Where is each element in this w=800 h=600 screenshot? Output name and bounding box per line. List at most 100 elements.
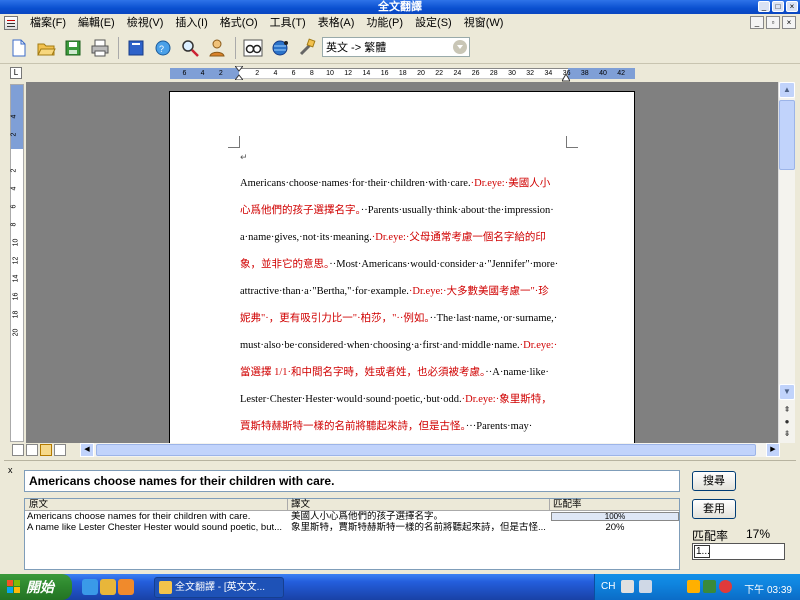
row-translation: 美國人小心爲他們的孩子選擇名字。 (291, 511, 444, 522)
header-translation[interactable]: 譯文 (291, 499, 310, 511)
match-rate-value: 17% (746, 527, 771, 541)
menu-tools[interactable]: 工具(T) (264, 14, 312, 32)
close-button[interactable]: × (786, 1, 798, 12)
media-player-icon[interactable] (100, 579, 116, 595)
document-line[interactable]: 當選擇 1/1·和中間名字時，姓或者姓，也必須被考慮。··A·name·like… (240, 359, 568, 386)
vruler-tick-label: 14 (12, 274, 20, 283)
globe-icon[interactable] (267, 35, 293, 61)
ruler-tick-label: 4 (273, 70, 278, 77)
document-line[interactable]: 心爲他們的孩子選擇名字。··Parents·usually·think·abou… (240, 197, 568, 224)
open-folder-icon[interactable] (33, 35, 59, 61)
document-line[interactable]: attractive·than·a·"Bertha,"·for·example.… (240, 278, 568, 305)
quick-launch-app-icon[interactable] (118, 579, 134, 595)
document-line[interactable]: Lester·Chester·Hester·would·sound·poetic… (240, 386, 568, 413)
document-line[interactable]: Americans·choose·names·for·their·childre… (240, 170, 568, 197)
menu-file[interactable]: 檔案(F) (24, 14, 72, 32)
app-menu-icon[interactable] (4, 16, 18, 30)
ime-icon[interactable] (621, 580, 634, 593)
header-match[interactable]: 匹配率 (553, 499, 582, 511)
ruler-tick-label: 26 (471, 70, 480, 77)
doc-restore-button[interactable]: ▫ (766, 16, 780, 29)
match-value: 100% (604, 512, 626, 521)
menu-view[interactable]: 檢視(V) (121, 14, 170, 32)
language-indicator[interactable]: CH (601, 581, 615, 592)
document-line[interactable]: 妮弗"·，更有吸引力比一"·柏莎，"··例如。··The·last·name,·… (240, 305, 568, 332)
table-row[interactable]: Americans choose names for their childre… (25, 511, 679, 522)
network-icon[interactable] (703, 580, 716, 593)
select-browse-object-icon[interactable]: ● (781, 416, 793, 428)
document-line[interactable]: 象，並非它的意思。··Most·Americans·would·consider… (240, 251, 568, 278)
normal-view-icon[interactable] (12, 444, 24, 456)
source-sentence-field[interactable]: Americans choose names for their childre… (24, 470, 680, 492)
outline-view-icon[interactable] (54, 444, 66, 456)
print-icon[interactable] (87, 35, 113, 61)
menu-table[interactable]: 表格(A) (312, 14, 361, 32)
apply-button[interactable]: 套用 (692, 499, 736, 519)
windows-logo-icon (7, 580, 20, 593)
panel-close-icon[interactable]: x (8, 465, 13, 475)
maximize-button[interactable]: □ (772, 1, 784, 12)
scroll-right-icon[interactable]: ▶ (766, 443, 780, 457)
menu-insert[interactable]: 插入(I) (169, 14, 213, 32)
match-rate-spinner[interactable]: 1... (694, 545, 710, 558)
document-page[interactable]: ↵ Americans·choose·names·for·their·child… (169, 91, 635, 443)
horizontal-ruler[interactable]: L 6 4 2 2 4 6 8 10 12 14 16 18 20 22 24 26 28 30 32 34 36 38 4… (0, 65, 800, 82)
document-line[interactable]: must·also·be·considered·when·choosing·a·… (240, 332, 568, 359)
next-page-icon[interactable]: ⇟ (781, 428, 793, 440)
ruler-tick-label: 20 (417, 70, 425, 77)
indent-marker-icon[interactable] (235, 66, 243, 80)
menu-format[interactable]: 格式(O) (214, 14, 264, 32)
tray-app-icon[interactable] (687, 580, 700, 593)
table-row[interactable]: A name like Lester Chester Hester would … (25, 522, 679, 533)
horizontal-scroll-thumb[interactable] (96, 444, 756, 456)
document-text[interactable]: Americans·choose·names·for·their·childre… (240, 170, 568, 443)
minimize-button[interactable]: _ (758, 1, 770, 12)
person-icon[interactable] (204, 35, 230, 61)
document-line[interactable]: 賈斯特赫斯特一樣的名前將聽起來詩，但是古怪。···Parents·may· (240, 413, 568, 440)
search-button[interactable]: 搜尋 (692, 471, 736, 491)
dictionary-tray-icon[interactable] (719, 580, 732, 593)
pen-icon[interactable] (639, 580, 652, 593)
start-button[interactable]: 開始 (0, 574, 72, 600)
doc-minimize-button[interactable]: _ (750, 16, 764, 29)
vertical-scrollbar[interactable]: ▲ ▼ ⇞ ● ⇟ (778, 82, 795, 443)
chevron-down-icon[interactable] (453, 40, 467, 54)
language-select[interactable]: 英文 -> 繁體 (322, 37, 470, 57)
document-area[interactable]: ↵ Americans·choose·names·for·their·child… (26, 82, 778, 443)
translation-segment: 象，並非它的意思。 (240, 259, 330, 270)
new-document-icon[interactable] (6, 35, 32, 61)
web-view-icon[interactable] (26, 444, 38, 456)
menu-settings[interactable]: 設定(S) (409, 14, 458, 32)
paragraph-mark: ↵ (240, 152, 248, 162)
menu-function[interactable]: 功能(P) (360, 14, 409, 32)
tab-stop-selector[interactable]: L (10, 67, 22, 79)
header-source[interactable]: 原文 (29, 499, 48, 511)
source-segment: ··The·last·name,·or·surname,· (429, 313, 558, 324)
scroll-up-icon[interactable]: ▲ (779, 82, 795, 98)
previous-page-icon[interactable]: ⇞ (781, 404, 793, 416)
save-icon[interactable] (60, 35, 86, 61)
vertical-ruler[interactable]: 4 2 2 4 6 8 10 12 14 16 18 20 (10, 84, 24, 442)
print-layout-view-icon[interactable] (40, 444, 52, 456)
internet-explorer-icon[interactable] (82, 579, 98, 595)
scroll-left-icon[interactable]: ◀ (80, 443, 94, 457)
menu-window[interactable]: 視窗(W) (458, 14, 510, 32)
match-rate-field[interactable]: 1... (692, 543, 785, 560)
translation-segment: 妮弗"·，更有吸引力比一"·柏莎，"··例如。 (240, 313, 430, 324)
scroll-down-icon[interactable]: ▼ (779, 384, 795, 400)
translation-memory-table[interactable]: 原文 譯文 匹配率 Americans choose names for the… (24, 498, 680, 570)
magnifier-icon[interactable] (177, 35, 203, 61)
menu-edit[interactable]: 編輯(E) (72, 14, 121, 32)
document-line[interactable]: a·name·gives,·not·its·meaning.·Dr.eye:·父… (240, 224, 568, 251)
book-icon[interactable] (123, 35, 149, 61)
taskbar-item-translator[interactable]: 全文翻譯 - [英文文... (154, 577, 284, 598)
ruler-tick-label: 34 (544, 70, 553, 77)
dictionary-icon[interactable]: ? (150, 35, 176, 61)
vertical-scroll-thumb[interactable] (779, 100, 795, 170)
table-header: 原文 譯文 匹配率 (25, 499, 679, 511)
glasses-icon[interactable] (240, 35, 266, 61)
horizontal-scrollbar[interactable]: ◀ ▶ (80, 443, 780, 457)
ruler-tick-label: 40 (599, 70, 607, 77)
settings-icon[interactable] (294, 35, 320, 61)
doc-close-button[interactable]: × (782, 16, 796, 29)
